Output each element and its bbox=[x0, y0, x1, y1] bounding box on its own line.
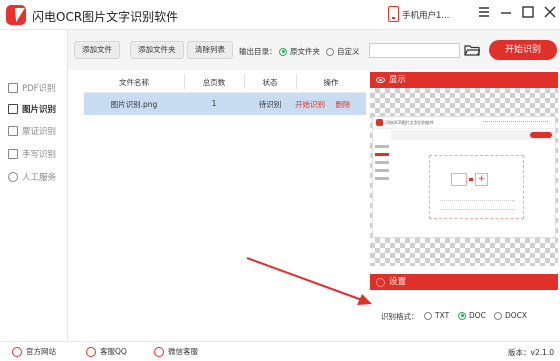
sidebar-item-pdf[interactable]: PDF识别 bbox=[8, 81, 56, 95]
radio-checked-icon bbox=[279, 47, 287, 56]
output-path-input[interactable] bbox=[369, 43, 460, 58]
close-icon bbox=[544, 6, 556, 18]
wechat-icon bbox=[154, 346, 164, 357]
eye-icon bbox=[376, 77, 385, 83]
format-txt-radio[interactable]: TXT bbox=[424, 311, 449, 320]
header-action: 操作 bbox=[323, 78, 339, 87]
output-original-label: 原文件夹 bbox=[290, 47, 320, 56]
preview-thumbnail: 闪电OCR图片文字识别软件 + bbox=[372, 116, 556, 238]
start-recognition-button[interactable]: 开始识别 bbox=[489, 40, 557, 60]
maximize-icon bbox=[522, 6, 534, 18]
file-name: 图片识别.png bbox=[110, 100, 158, 109]
table-header: 文件名称 总页数 状态 操作 bbox=[84, 70, 366, 93]
app-logo-icon bbox=[6, 5, 26, 25]
qq-service-link[interactable]: 客服QQ bbox=[86, 346, 127, 357]
radio-checked-icon bbox=[458, 311, 466, 320]
sidebar-item-label: PDF识别 bbox=[22, 84, 56, 94]
file-pages: 1 bbox=[211, 99, 217, 108]
sidebar: PDF识别 图片识别 票证识别 手写识别 人工服务 bbox=[0, 30, 68, 342]
format-docx-radio[interactable]: DOCX bbox=[494, 311, 527, 320]
thumbnail-hint-text bbox=[440, 200, 515, 210]
footer: 官方网站 客服QQ 微信客服 版本：v2.1.0 bbox=[0, 341, 560, 361]
thumbnail-window-controls bbox=[483, 121, 548, 125]
format-label: 识别格式： bbox=[381, 312, 419, 321]
output-custom-radio[interactable]: 自定义 bbox=[326, 46, 360, 57]
website-label: 官方网站 bbox=[26, 347, 56, 356]
sidebar-item-label: 票证识别 bbox=[22, 127, 57, 137]
sidebar-item-image[interactable]: 图片识别 bbox=[8, 102, 56, 116]
close-button[interactable] bbox=[542, 4, 558, 20]
handwriting-icon bbox=[8, 149, 18, 159]
format-txt-label: TXT bbox=[435, 311, 450, 320]
header-pages: 总页数 bbox=[202, 78, 226, 87]
preview-title: 显示 bbox=[389, 75, 407, 85]
format-doc-radio[interactable]: DOC bbox=[458, 311, 486, 320]
version-label: 版本：v2.1.0 bbox=[508, 348, 555, 357]
menu-button[interactable] bbox=[476, 4, 492, 20]
minimize-button[interactable] bbox=[498, 4, 514, 20]
thumbnail-title: 闪电OCR图片文字识别软件 bbox=[385, 120, 434, 125]
row-delete-link[interactable]: 删除 bbox=[330, 99, 356, 110]
header-status: 状态 bbox=[262, 78, 278, 87]
settings-title: 设置 bbox=[389, 277, 407, 287]
pdf-icon bbox=[8, 83, 18, 93]
folder-icon[interactable] bbox=[464, 44, 480, 56]
title-bar: 闪电OCR图片文字识别软件 手机用户1... bbox=[0, 0, 560, 30]
thumbnail-image-icon bbox=[451, 173, 467, 186]
format-doc-label: DOC bbox=[469, 311, 486, 320]
thumbnail-sidebar bbox=[375, 145, 389, 185]
home-icon bbox=[12, 346, 22, 357]
menu-icon bbox=[479, 7, 489, 17]
clear-list-button[interactable]: 清除列表 bbox=[187, 41, 233, 59]
thumbnail-arrow-icon bbox=[469, 178, 473, 181]
settings-panel-header: 设置 bbox=[370, 274, 558, 290]
add-file-button[interactable]: 添加文件 bbox=[74, 41, 120, 59]
phone-icon[interactable] bbox=[388, 6, 399, 22]
wechat-service-link[interactable]: 微信客服 bbox=[154, 346, 198, 357]
thumbnail-logo-icon bbox=[376, 119, 383, 126]
qq-label: 客服QQ bbox=[100, 347, 127, 356]
user-account[interactable]: 手机用户1... bbox=[402, 9, 450, 21]
sidebar-item-label: 人工服务 bbox=[22, 173, 57, 183]
ticket-icon bbox=[8, 126, 18, 136]
file-status: 待识别 bbox=[258, 100, 282, 109]
sidebar-item-handwriting[interactable]: 手写识别 bbox=[8, 147, 56, 161]
sidebar-item-label: 手写识别 bbox=[22, 150, 57, 160]
sidebar-item-label: 图片识别 bbox=[22, 105, 57, 115]
add-folder-button[interactable]: 添加文件夹 bbox=[130, 41, 184, 59]
app-title: 闪电OCR图片文字识别软件 bbox=[32, 10, 179, 24]
thumbnail-toolbar bbox=[391, 130, 555, 140]
qq-icon bbox=[86, 346, 96, 357]
thumbnail-drop-zone: + bbox=[429, 155, 524, 219]
table-row[interactable]: 图片识别.png 1 待识别 开始识别 删除 bbox=[84, 93, 366, 115]
maximize-button[interactable] bbox=[520, 4, 536, 20]
thumbnail-title-bar: 闪电OCR图片文字识别软件 bbox=[373, 117, 555, 129]
thumbnail-start-button bbox=[530, 132, 552, 138]
format-docx-label: DOCX bbox=[505, 311, 528, 320]
header-filename: 文件名称 bbox=[119, 78, 149, 87]
thumbnail-plus-icon: + bbox=[475, 173, 488, 186]
website-link[interactable]: 官方网站 bbox=[12, 346, 56, 357]
row-start-link[interactable]: 开始识别 bbox=[290, 99, 330, 110]
output-dir-label: 输出目录： bbox=[239, 47, 277, 56]
radio-unchecked-icon bbox=[494, 311, 502, 320]
sidebar-item-service[interactable]: 人工服务 bbox=[8, 170, 56, 184]
preview-panel-header: 显示 bbox=[370, 72, 558, 88]
toolbar: 添加文件 添加文件夹 清除列表 输出目录： 原文件夹 自定义 开始识别 bbox=[68, 30, 560, 70]
sidebar-item-ticket[interactable]: 票证识别 bbox=[8, 124, 56, 138]
wechat-label: 微信客服 bbox=[168, 347, 198, 356]
smile-icon bbox=[8, 172, 18, 182]
output-original-radio[interactable]: 原文件夹 bbox=[279, 46, 320, 57]
radio-unchecked-icon bbox=[326, 47, 334, 56]
radio-unchecked-icon bbox=[424, 311, 432, 320]
output-custom-label: 自定义 bbox=[337, 47, 360, 56]
gear-icon bbox=[376, 277, 385, 287]
image-icon bbox=[8, 104, 18, 114]
file-table: 文件名称 总页数 状态 操作 图片识别.png 1 待识别 开始识别 删除 bbox=[84, 70, 366, 115]
minimize-icon bbox=[501, 12, 511, 14]
